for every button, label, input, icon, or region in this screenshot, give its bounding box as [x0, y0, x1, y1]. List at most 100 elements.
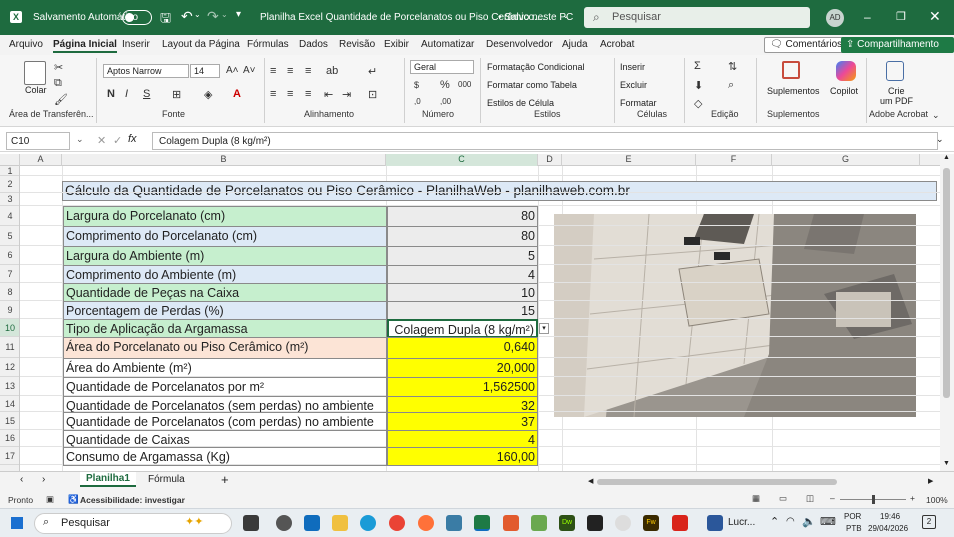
horizontal-scroll-thumb[interactable]	[597, 479, 837, 485]
save-state-chevron-icon[interactable]: ⌄	[562, 10, 570, 21]
customize-qat-icon[interactable]: ▾	[236, 9, 241, 20]
notifications-badge[interactable]: 2	[922, 515, 936, 529]
volume-icon[interactable]: 🔈	[802, 515, 816, 528]
select-all-corner[interactable]	[0, 154, 20, 166]
align-middle-icon[interactable]: ≡	[287, 65, 293, 77]
tab-formulas[interactable]: Fórmulas	[247, 39, 289, 50]
name-box[interactable]: C10	[6, 132, 70, 150]
insert-cells-button[interactable]: Inserir	[620, 62, 645, 72]
label-cell[interactable]: Área do Ambiente (m²)	[63, 358, 387, 378]
undo-dropdown-icon[interactable]: ⌄	[194, 10, 201, 19]
excel-taskbar-icon[interactable]	[474, 515, 490, 531]
value-cell[interactable]: 1,562500	[387, 377, 538, 397]
cell-styles-button[interactable]: Estilos de Célula	[487, 98, 554, 108]
column-header-a[interactable]: A	[20, 154, 62, 166]
sort-filter-icon[interactable]: ⇅	[728, 60, 737, 73]
row-header-1[interactable]: 1	[0, 166, 19, 176]
edge-icon[interactable]	[360, 515, 376, 531]
tab-layout[interactable]: Layout da Página	[162, 39, 240, 50]
settings-icon[interactable]	[276, 515, 292, 531]
row-header-7[interactable]: 7	[0, 265, 19, 283]
add-sheet-icon[interactable]: +	[221, 472, 229, 487]
close-icon[interactable]: ✕	[929, 8, 941, 25]
sheet-tab-planilha1[interactable]: Planilha1	[80, 472, 136, 487]
value-cell[interactable]: 37	[387, 412, 538, 431]
underline-icon[interactable]: S	[143, 88, 150, 100]
row-header-9[interactable]: 9	[0, 301, 19, 319]
find-select-icon[interactable]: ⌕	[728, 79, 734, 92]
align-top-icon[interactable]: ≡	[270, 65, 276, 77]
label-cell[interactable]: Quantidade de Peças na Caixa	[63, 283, 387, 302]
accessibility-status[interactable]: Acessibilidade: investigar	[80, 495, 185, 505]
row-header-12[interactable]: 12	[0, 358, 19, 377]
row-header-16[interactable]: 16	[0, 430, 19, 447]
sheet-tab-formula[interactable]: Fórmula	[148, 474, 185, 485]
minimize-icon[interactable]: –	[864, 10, 871, 24]
vertical-scroll-thumb[interactable]	[943, 168, 950, 398]
value-cell[interactable]: 80	[387, 206, 538, 227]
windows-start-icon[interactable]	[11, 517, 23, 529]
increase-font-icon[interactable]: A˄	[226, 65, 239, 76]
firefox-icon[interactable]	[418, 515, 434, 531]
value-cell[interactable]: 0,640	[387, 337, 538, 359]
page-break-icon[interactable]: ◫	[806, 493, 814, 504]
value-cell[interactable]: 160,00	[387, 447, 538, 466]
cancel-icon[interactable]: ✕	[97, 134, 106, 147]
column-header-d[interactable]: D	[538, 154, 562, 166]
tray-chevron-icon[interactable]: ⌃	[770, 515, 779, 528]
label-cell[interactable]: Quantidade de Caixas	[63, 430, 387, 448]
label-cell[interactable]: Porcentagem de Perdas (%)	[63, 301, 387, 320]
value-cell[interactable]: 4	[387, 430, 538, 448]
increase-indent-icon[interactable]: ⇥	[342, 88, 351, 101]
wrap-text-icon[interactable]: ↵	[368, 65, 377, 78]
percent-icon[interactable]: %	[440, 79, 450, 91]
file-explorer-icon[interactable]	[332, 515, 348, 531]
title-cell[interactable]: Cálculo da Quantidade de Porcelanatos ou…	[62, 181, 937, 201]
value-cell[interactable]: 15	[387, 301, 538, 320]
label-cell[interactable]: Tipo de Aplicação da Argamassa	[63, 319, 387, 338]
align-bottom-icon[interactable]: ≡	[305, 65, 311, 77]
row-header-8[interactable]: 8	[0, 283, 19, 301]
terminal-icon[interactable]	[587, 515, 603, 531]
app2-icon[interactable]	[503, 515, 519, 531]
app-icon[interactable]	[446, 515, 462, 531]
copilot-icon[interactable]	[836, 61, 856, 81]
font-color-icon[interactable]: A	[233, 88, 241, 100]
fill-color-icon[interactable]: ◈	[204, 88, 212, 101]
app4-icon[interactable]	[615, 515, 631, 531]
keyboard-icon[interactable]: ⌨	[820, 515, 836, 528]
zoom-in-icon[interactable]: +	[910, 493, 915, 503]
clock-time[interactable]: 19:46	[880, 512, 900, 521]
cut-icon[interactable]: ✂	[54, 61, 63, 74]
tab-arquivo[interactable]: Arquivo	[9, 39, 43, 50]
next-sheet-icon[interactable]: ›	[42, 474, 45, 485]
expand-formula-icon[interactable]: ⌄	[936, 134, 944, 145]
tab-ajuda[interactable]: Ajuda	[562, 39, 588, 50]
comma-style-icon[interactable]: 000	[458, 80, 471, 89]
insert-function-icon[interactable]: fx	[128, 133, 137, 145]
row-header-3[interactable]: 3	[0, 193, 19, 206]
dropdown-arrow-icon[interactable]: ▾	[539, 323, 549, 334]
label-cell[interactable]: Quantidade de Porcelanatos por m²	[63, 377, 387, 397]
avatar[interactable]: AD	[826, 9, 844, 27]
enter-icon[interactable]: ✓	[113, 134, 122, 147]
number-format-select[interactable]: Geral	[410, 60, 474, 74]
prev-sheet-icon[interactable]: ‹	[20, 474, 23, 485]
row-header-10[interactable]: 10	[0, 319, 19, 337]
formula-input[interactable]: Colagem Dupla (8 kg/m²)	[152, 132, 938, 150]
row-header-5[interactable]: 5	[0, 226, 19, 246]
font-name-select[interactable]: Aptos Narrow	[103, 64, 189, 78]
worksheet-grid[interactable]: Cálculo da Quantidade de Porcelanatos ou…	[20, 166, 940, 471]
decrease-indent-icon[interactable]: ⇤	[324, 88, 333, 101]
label-cell[interactable]: Largura do Ambiente (m)	[63, 246, 387, 266]
app3-icon[interactable]	[531, 515, 547, 531]
word-app-label[interactable]: Lucr...	[728, 517, 755, 528]
tab-acrobat[interactable]: Acrobat	[600, 39, 634, 50]
value-cell[interactable]: 10	[387, 283, 538, 302]
orientation-icon[interactable]: ab	[326, 65, 338, 77]
format-painter-icon[interactable]: 🖌	[54, 93, 68, 106]
task-view-icon[interactable]	[243, 515, 259, 531]
value-cell[interactable]: 20,000	[387, 358, 538, 378]
zoom-out-icon[interactable]: –	[830, 493, 835, 503]
autosave-toggle[interactable]	[122, 10, 152, 25]
